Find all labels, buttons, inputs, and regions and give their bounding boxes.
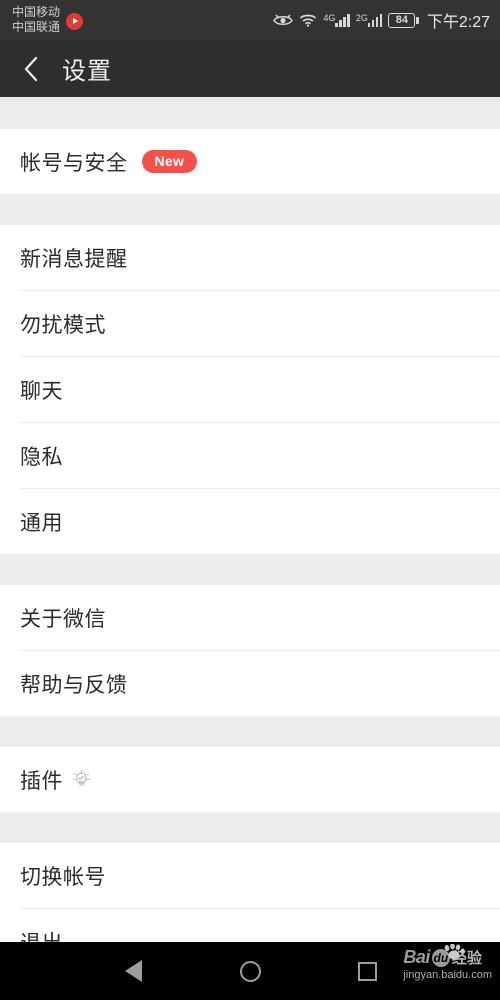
- title-bar: 设置: [0, 40, 500, 97]
- nav-back-button[interactable]: [118, 956, 148, 986]
- list-item-plugins[interactable]: 插件: [0, 747, 500, 812]
- nav-home-button[interactable]: [235, 956, 265, 986]
- carrier-info: 中国移动 中国联通: [12, 5, 84, 35]
- list-item-label: 通用: [20, 511, 63, 535]
- carrier-secondary-label: 中国联通: [12, 20, 61, 34]
- signal-sim2-bars: [367, 13, 383, 27]
- wifi-icon: [299, 13, 317, 27]
- carrier-labels: 中国移动 中国联通: [12, 5, 60, 35]
- back-triangle-icon: [124, 960, 142, 982]
- signal-sim2-label: 2G: [355, 12, 368, 23]
- watermark-bai-text: Bai: [403, 947, 430, 967]
- battery-level-label: 84: [395, 13, 408, 26]
- list-item-help-feedback[interactable]: 帮助与反馈: [0, 651, 500, 716]
- baidu-jingyan-watermark: Bai du 经验 jingyan.baidu.com: [403, 943, 492, 981]
- signal-sim1-bars: [335, 13, 350, 27]
- list-item-general[interactable]: 通用: [0, 489, 500, 554]
- battery-icon: 84: [388, 12, 419, 28]
- list-item-label: 帐号与安全: [20, 151, 128, 175]
- signal-sim1-label: 4G: [323, 12, 336, 23]
- list-item-label: 勿扰模式: [20, 313, 106, 337]
- nav-recents-button[interactable]: [352, 956, 382, 986]
- section-gap: [0, 194, 500, 225]
- signal-indicator-sim1: 4G: [323, 12, 350, 27]
- status-icons: 4G 2G 84 下午2:27: [273, 8, 490, 32]
- list-item-label: 隐私: [20, 445, 63, 469]
- list-item-label: 切换帐号: [20, 865, 106, 889]
- page-title: 设置: [62, 58, 112, 85]
- section-gap: [0, 554, 500, 585]
- list-item-label: 聊天: [20, 379, 63, 403]
- list-item-label: 关于微信: [20, 607, 106, 631]
- paw-print-icon: [441, 943, 467, 965]
- settings-section-preferences: 新消息提醒 勿扰模式 聊天 隐私 通用: [0, 225, 500, 554]
- signal-indicator-sim2: 2G: [355, 12, 383, 27]
- section-gap: [0, 812, 500, 843]
- watermark-url-text: jingyan.baidu.com: [403, 969, 492, 981]
- lightbulb-icon: [73, 770, 90, 789]
- new-badge: New: [141, 150, 198, 173]
- carrier-primary-label: 中国移动: [12, 5, 61, 19]
- list-item-account-security[interactable]: 帐号与安全 New: [0, 129, 500, 194]
- list-item-privacy[interactable]: 隐私: [0, 423, 500, 488]
- record-icon: [66, 12, 84, 30]
- phone-screen: 中国移动 中国联通 4G 2G 84 下午2:27 设置 帐号与安全 New 新…: [0, 0, 500, 1000]
- list-item-about-wechat[interactable]: 关于微信: [0, 585, 500, 650]
- android-nav-bar: Bai du 经验 jingyan.baidu.com: [0, 942, 500, 1000]
- settings-section-account: 帐号与安全 New: [0, 129, 500, 194]
- settings-section-info: 关于微信 帮助与反馈: [0, 585, 500, 716]
- section-gap: [0, 716, 500, 747]
- back-chevron-icon[interactable]: [18, 56, 44, 82]
- list-item-chat[interactable]: 聊天: [0, 357, 500, 422]
- home-circle-icon: [239, 960, 261, 982]
- section-gap: [0, 97, 500, 129]
- list-item-label: 插件: [20, 769, 63, 793]
- list-item-switch-account[interactable]: 切换帐号: [0, 843, 500, 908]
- list-item-label: 新消息提醒: [20, 247, 128, 271]
- list-item-do-not-disturb[interactable]: 勿扰模式: [0, 291, 500, 356]
- settings-section-plugins: 插件: [0, 747, 500, 812]
- list-item-label: 帮助与反馈: [20, 673, 128, 697]
- eye-icon: [273, 14, 294, 27]
- status-bar: 中国移动 中国联通 4G 2G 84 下午2:27: [0, 0, 500, 40]
- list-item-new-message-notification[interactable]: 新消息提醒: [0, 225, 500, 290]
- watermark-logo: Bai du 经验: [403, 943, 482, 968]
- status-clock: 下午2:27: [426, 14, 490, 31]
- recents-square-icon: [357, 961, 377, 981]
